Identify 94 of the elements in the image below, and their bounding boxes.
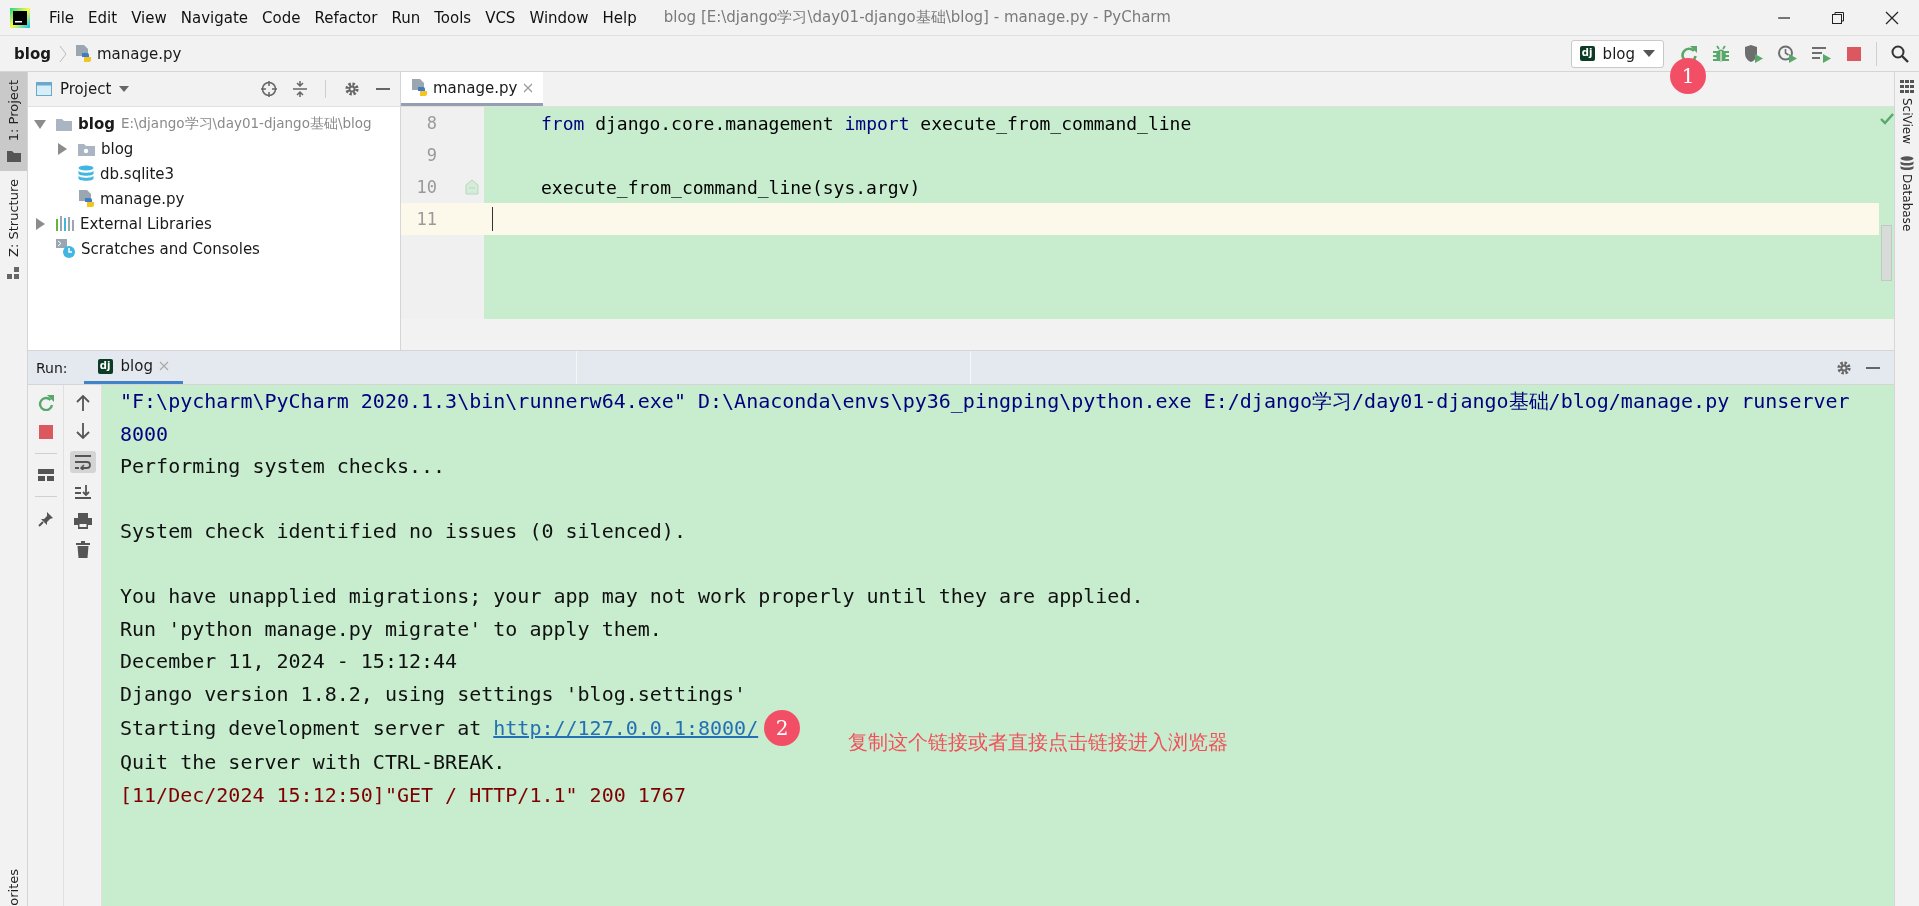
folder-icon (78, 141, 95, 156)
line-number: 8 (425, 113, 437, 133)
menu-item[interactable]: Help (595, 6, 644, 29)
dropdown-arrow-icon (1643, 50, 1655, 57)
folder-icon (56, 116, 72, 131)
window-title: blog [E:\django学习\day01-django基础\blog] - manage.py - PyCharm (663, 8, 1171, 27)
menu-item[interactable]: Window (522, 6, 596, 29)
console-text: You have unapplied migrations; your app may not work properly until they are applied. (120, 584, 1144, 608)
breadcrumb-item[interactable]: manage.py (96, 44, 182, 63)
tree-item[interactable]: External Libraries (28, 211, 400, 236)
console-text: Starting development server at (120, 714, 483, 742)
folder-icon (6, 149, 21, 164)
soft-wrap-icon (73, 454, 92, 470)
code-line: from django.core.management import execute_from_command_line (541, 112, 1192, 134)
tree-item[interactable]: Scratches and Consoles (28, 236, 400, 261)
panel-title-dropdown[interactable]: Project (60, 80, 112, 98)
trash-icon[interactable] (75, 541, 90, 558)
stop-icon[interactable] (38, 425, 53, 439)
line-number: 9 (425, 145, 437, 165)
menu-item[interactable]: View (124, 6, 174, 29)
tool-window-tab[interactable]: Database (1900, 156, 1914, 232)
down-arrow-icon[interactable] (75, 423, 90, 439)
scratch-clock-icon (56, 239, 75, 258)
line-number: 10 (415, 177, 437, 197)
python-file-icon (74, 45, 91, 62)
text-caret (492, 207, 493, 231)
menu-item[interactable]: Refactor (307, 6, 385, 29)
collapse-all-icon[interactable] (293, 81, 307, 97)
grid-icon (1900, 80, 1914, 94)
django-icon: dj (1579, 46, 1595, 61)
tree-item[interactable]: manage.py (28, 186, 400, 211)
console-text: Django version 1.8.2, using settings 'blog.settings' (120, 681, 747, 706)
console-text: December 11, 2024 - 15:12:44 (120, 649, 458, 673)
console-text: Run 'python manage.py migrate' to apply them. (120, 616, 662, 641)
menu-item[interactable]: Code (255, 6, 308, 29)
editor-tab[interactable]: manage.py (401, 72, 544, 106)
stop-icon[interactable] (1846, 45, 1862, 62)
menu-item[interactable]: VCS (478, 6, 523, 29)
console-link[interactable]: http://127.0.0.1:8000/ (493, 711, 759, 745)
panel-title: Run: (35, 359, 69, 376)
tree-item[interactable]: blog E:\django学习\day01-django基础\blog (28, 111, 400, 136)
run-config-dropdown[interactable]: dj blog (1570, 39, 1664, 68)
breadcrumb-item[interactable]: blog (14, 44, 51, 63)
console-text: System check identified no issues (0 silenced). (120, 519, 686, 543)
crosshair-icon[interactable] (261, 81, 277, 97)
database-icon (78, 165, 94, 182)
menu-item[interactable]: Run (384, 6, 428, 29)
menu-item[interactable]: Tools (427, 6, 479, 29)
console-text: [11/Dec/2024 15:12:50]"GET / HTTP/1.1" 200 1767 (120, 782, 686, 807)
menu-item[interactable]: Navigate (173, 6, 256, 29)
python-file-icon (78, 190, 94, 207)
console-text: Quit the server with CTRL-BREAK. (120, 750, 506, 774)
tool-window-tab[interactable]: SciView (1900, 80, 1914, 145)
console-text: Performing system checks... (120, 454, 446, 478)
soft-wrap-toggle[interactable] (69, 451, 96, 473)
expanded-arrow-icon[interactable] (34, 117, 46, 130)
tool-window-tab[interactable]: 1: Project (0, 72, 27, 172)
number-badge: 2 (764, 710, 801, 746)
tool-window-tab[interactable]: orites (0, 861, 27, 906)
dropdown-arrow-icon[interactable] (119, 86, 130, 92)
up-arrow-icon[interactable] (75, 395, 90, 411)
libraries-icon (56, 216, 74, 231)
database-icon (1900, 156, 1914, 171)
list-play-icon[interactable] (1812, 44, 1832, 63)
tree-item[interactable]: blog (28, 136, 400, 161)
panel-icon (36, 82, 52, 96)
settings-icon[interactable] (344, 81, 360, 97)
checkmark-icon (1879, 113, 1894, 125)
settings-icon[interactable] (1836, 359, 1852, 376)
menu-item[interactable]: File (42, 6, 82, 29)
python-file-icon (411, 79, 427, 96)
line-number: 11 (415, 209, 437, 229)
scrollbar-thumb[interactable] (1881, 225, 1892, 281)
bug-icon[interactable] (1712, 44, 1730, 63)
rerun-icon[interactable] (37, 395, 54, 411)
chevron-icon (58, 44, 67, 63)
tree-item[interactable]: db.sqlite3 (28, 161, 400, 186)
pin-icon[interactable] (37, 511, 54, 527)
fold-marker-icon[interactable] (465, 179, 479, 195)
console-text: "F:\pycharm\PyCharm 2020.1.3\bin\runnerw64.exe" D:\Anaconda\envs\py36_pingping\python.exe E:/django学习/day01-django基础/blog/manage.py runserver 8000 (120, 389, 1850, 446)
search-icon[interactable] (1891, 44, 1909, 63)
structure-icon (6, 265, 21, 280)
app-logo-icon[interactable] (10, 7, 30, 28)
menu-item[interactable]: Edit (81, 6, 125, 29)
collapsed-arrow-icon[interactable] (34, 217, 46, 230)
shield-play-icon[interactable] (1744, 44, 1764, 63)
collapsed-arrow-icon[interactable] (56, 142, 68, 155)
code-line: execute_from_command_line(sys.argv) (541, 176, 921, 198)
scroll-to-end-icon[interactable] (74, 485, 91, 501)
clock-play-icon[interactable] (1778, 44, 1798, 63)
tool-window-tab[interactable]: Z: Structure (0, 171, 27, 288)
annotation-text: 复制这个链接或者直接点击链接进入浏览器 (848, 728, 1229, 756)
print-icon[interactable] (73, 513, 92, 529)
layout-icon[interactable] (37, 468, 54, 482)
